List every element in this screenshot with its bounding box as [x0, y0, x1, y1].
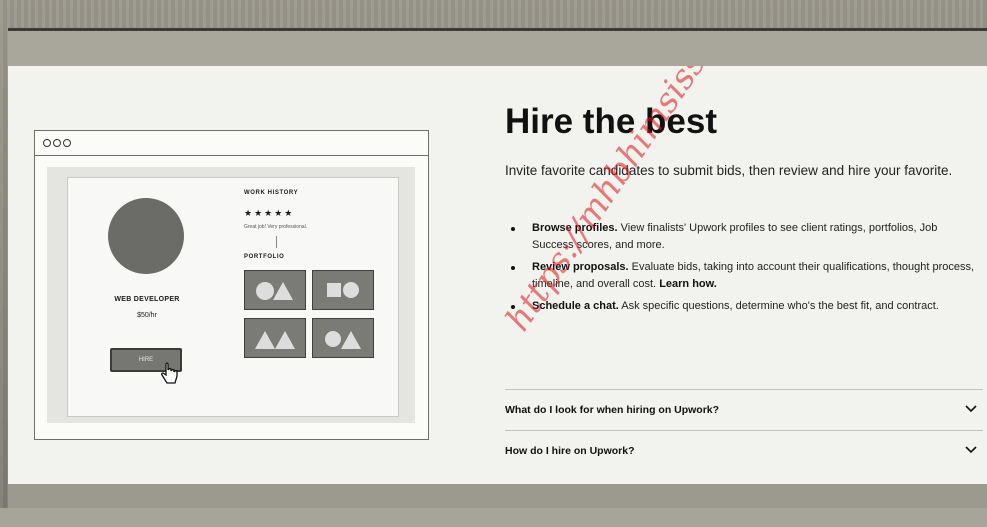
list-item: Browse profiles. View finalists' Upwork … [505, 220, 980, 254]
window-dot-icon [43, 139, 51, 147]
browser-mockup-illustration: WEB DEVELOPER $50/hr HIRE WORK HISTORY ★… [34, 130, 429, 440]
top-screen-strip [8, 28, 987, 69]
divider [276, 236, 277, 248]
chevron-down-icon[interactable] [965, 405, 977, 413]
faq-item[interactable]: How do I hire on Upwork? [505, 430, 983, 471]
list-item: Schedule a chat. Ask specific questions,… [505, 298, 980, 315]
hire-section: WEB DEVELOPER $50/hr HIRE WORK HISTORY ★… [8, 66, 987, 484]
bullet-title: Browse profiles. [532, 222, 618, 234]
portfolio-tile [244, 318, 306, 358]
mockup-content-area: WEB DEVELOPER $50/hr HIRE WORK HISTORY ★… [47, 167, 415, 423]
shapes-icon [325, 331, 361, 349]
faq-question: How do I hire on Upwork? [505, 445, 635, 457]
window-dot-icon [53, 139, 61, 147]
section-intro: Invite favorite candidates to submit bid… [505, 163, 953, 178]
shapes-icon [255, 331, 295, 349]
avatar [108, 198, 184, 274]
hand-cursor-icon [161, 362, 178, 384]
chevron-down-icon[interactable] [965, 446, 977, 454]
shapes-icon [256, 282, 293, 300]
bullet-title: Schedule a chat. [532, 300, 619, 312]
portfolio-title: PORTFOLIO [244, 254, 285, 260]
review-text: Great job! Very professional. [244, 224, 308, 230]
faq-question: What do I look for when hiring on Upwork… [505, 404, 720, 416]
feature-list: Browse profiles. View finalists' Upwork … [505, 220, 980, 320]
browser-title-bar [35, 131, 428, 156]
shapes-icon [327, 282, 359, 298]
bullet-icon [511, 227, 515, 231]
window-dot-icon [63, 139, 71, 147]
portfolio-tile [312, 318, 374, 358]
bullet-icon [511, 266, 515, 270]
bottom-screen-strip [8, 484, 987, 511]
bullet-icon [511, 305, 515, 309]
faq-item[interactable]: What do I look for when hiring on Upwork… [505, 389, 983, 430]
freelancer-profile-card: WEB DEVELOPER $50/hr HIRE WORK HISTORY ★… [67, 177, 399, 417]
list-item: Review proposals. Evaluate bids, taking … [505, 259, 980, 293]
rate-label: $50/hr [137, 312, 157, 319]
portfolio-tile [312, 270, 374, 310]
learn-how-link[interactable]: Learn how. [659, 278, 717, 290]
section-heading: Hire the best [505, 102, 717, 141]
bullet-title: Review proposals. [532, 261, 629, 273]
role-label: WEB DEVELOPER [114, 296, 180, 303]
work-history-title: WORK HISTORY [244, 190, 299, 196]
bullet-text: Ask specific questions, determine who's … [618, 300, 939, 312]
rating-stars: ★★★★★ [244, 208, 295, 218]
portfolio-tile [244, 270, 306, 310]
below-page-area [0, 508, 987, 527]
